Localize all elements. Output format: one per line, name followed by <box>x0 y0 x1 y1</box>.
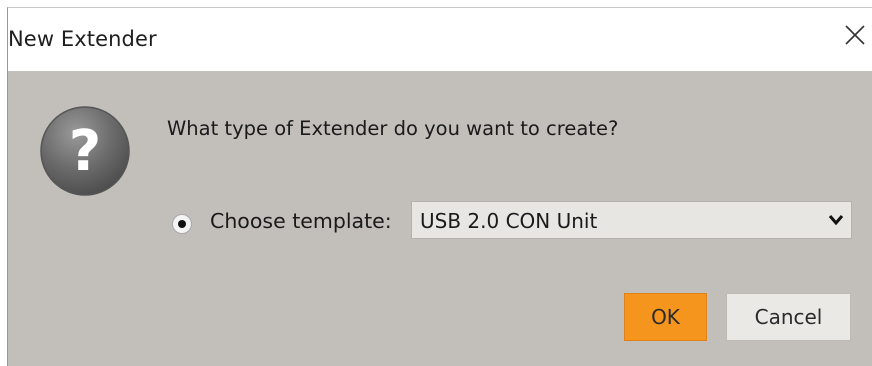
template-select-value: USB 2.0 CON Unit <box>420 209 598 233</box>
close-button[interactable] <box>840 20 870 50</box>
question-text: What type of Extender do you want to cre… <box>167 117 619 140</box>
cancel-button[interactable]: Cancel <box>726 293 851 341</box>
title-bar: New Extender <box>8 8 872 71</box>
choose-template-radio[interactable] <box>172 214 192 234</box>
window-title: New Extender <box>8 27 157 51</box>
template-select[interactable]: USB 2.0 CON Unit <box>411 201 852 239</box>
ok-button[interactable]: OK <box>624 293 707 341</box>
close-icon <box>845 25 865 45</box>
radio-selected-dot <box>178 220 186 228</box>
svg-text:?: ? <box>69 119 101 184</box>
new-extender-dialog: New Extender ? What type of Extender do … <box>7 7 872 366</box>
question-mark-icon: ? <box>40 106 130 196</box>
choose-template-label[interactable]: Choose template: <box>210 209 392 233</box>
chevron-down-icon <box>828 215 844 226</box>
